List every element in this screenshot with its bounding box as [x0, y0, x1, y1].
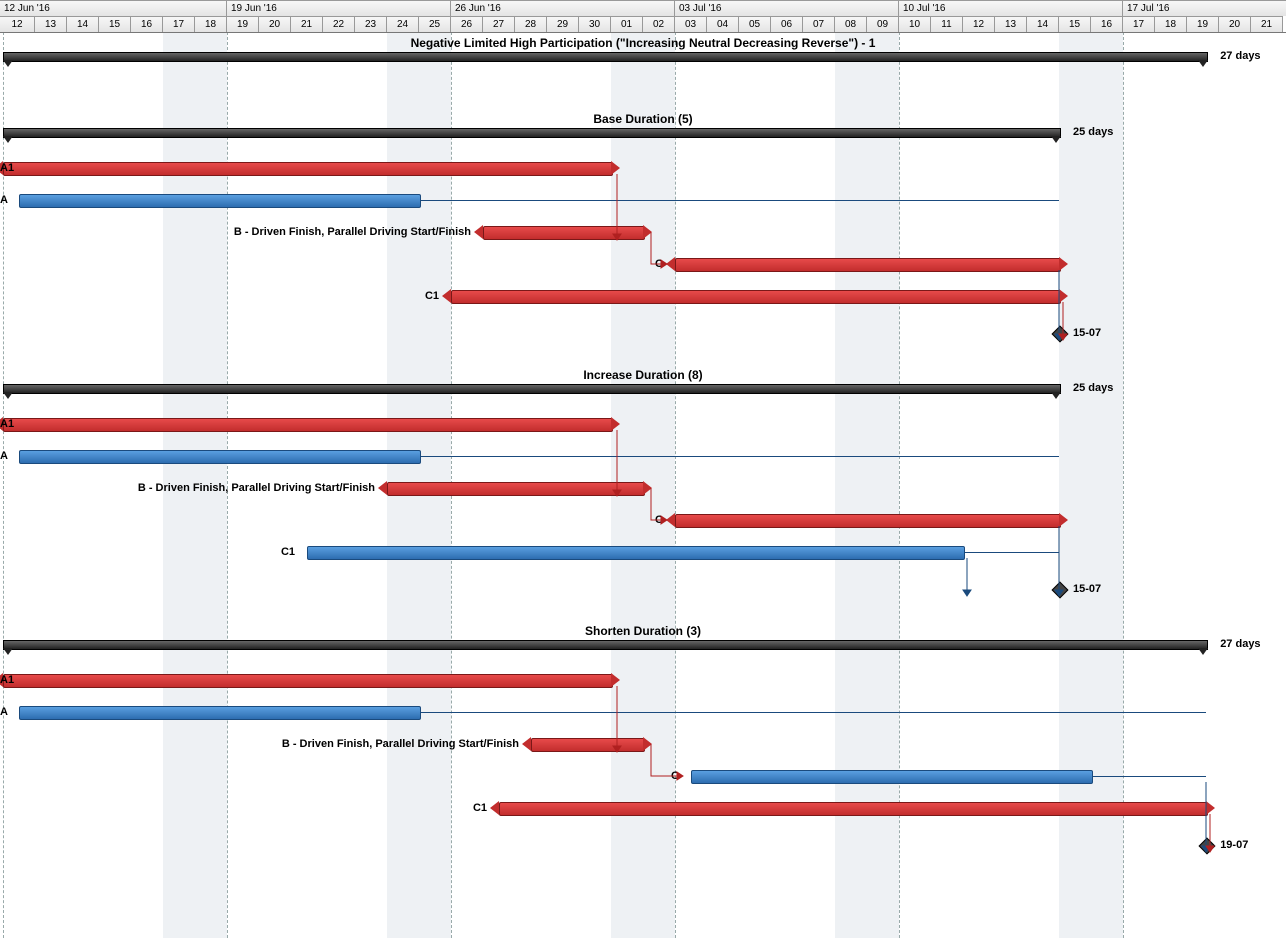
- task-bar-A[interactable]: [19, 706, 421, 720]
- day-header: 03: [675, 16, 707, 32]
- section-title: Negative Limited High Participation ("In…: [0, 36, 1286, 50]
- task-label-A: A: [0, 194, 7, 206]
- milestone-label: 15-07: [1073, 583, 1101, 595]
- day-header: 01: [611, 16, 643, 32]
- task-label-C: C: [0, 770, 679, 782]
- day-header: 05: [739, 16, 771, 32]
- day-header: 04: [707, 16, 739, 32]
- day-header: 21: [291, 16, 323, 32]
- summary-duration-label: 27 days: [1220, 638, 1260, 650]
- task-bar-B[interactable]: [531, 738, 645, 752]
- task-label-C1: C1: [0, 290, 439, 302]
- task-label-A1: A1: [0, 162, 14, 174]
- day-header: 24: [387, 16, 419, 32]
- task-bar-C1[interactable]: [307, 546, 965, 560]
- summary-duration-label: 25 days: [1073, 382, 1113, 394]
- day-header: 13: [995, 16, 1027, 32]
- task-label-B: B - Driven Finish, Parallel Driving Star…: [0, 226, 471, 238]
- task-bar-A[interactable]: [19, 194, 421, 208]
- day-header: 22: [323, 16, 355, 32]
- milestone-label: 15-07: [1073, 327, 1101, 339]
- summary-bar[interactable]: [3, 640, 1208, 650]
- day-header: 07: [803, 16, 835, 32]
- task-label-A1: A1: [0, 674, 14, 686]
- day-header: 13: [35, 16, 67, 32]
- day-header: 28: [515, 16, 547, 32]
- task-label-C1: C1: [0, 546, 295, 558]
- day-header: 20: [1219, 16, 1251, 32]
- day-header: 15: [99, 16, 131, 32]
- day-header: 12: [0, 16, 35, 32]
- week-header: 26 Jun '16: [451, 0, 675, 16]
- summary-duration-label: 25 days: [1073, 126, 1113, 138]
- week-header: 03 Jul '16: [675, 0, 899, 16]
- summary-duration-label: 27 days: [1220, 50, 1260, 62]
- day-header: 21: [1251, 16, 1283, 32]
- day-header: 14: [1027, 16, 1059, 32]
- day-header: 25: [419, 16, 451, 32]
- task-label-B: B - Driven Finish, Parallel Driving Star…: [0, 738, 519, 750]
- day-header: 27: [483, 16, 515, 32]
- section-title: Increase Duration (8): [0, 368, 1286, 382]
- task-label-A1: A1: [0, 418, 14, 430]
- day-header: 02: [643, 16, 675, 32]
- day-header: 16: [1091, 16, 1123, 32]
- day-header: 06: [771, 16, 803, 32]
- week-header: 12 Jun '16: [0, 0, 227, 16]
- day-header: 19: [227, 16, 259, 32]
- summary-bar[interactable]: [3, 128, 1061, 138]
- task-bar-C[interactable]: [675, 258, 1061, 272]
- day-header: 16: [131, 16, 163, 32]
- day-header: 11: [931, 16, 963, 32]
- timeline-header: 12 Jun '1619 Jun '1626 Jun '1603 Jul '16…: [0, 0, 1286, 33]
- task-bar-A1[interactable]: [3, 162, 613, 176]
- section-title: Shorten Duration (3): [0, 624, 1286, 638]
- task-bar-A1[interactable]: [3, 418, 613, 432]
- day-header: 20: [259, 16, 291, 32]
- task-bar-A1[interactable]: [3, 674, 613, 688]
- day-header: 12: [963, 16, 995, 32]
- task-bar-C1[interactable]: [451, 290, 1061, 304]
- day-header: 19: [1187, 16, 1219, 32]
- day-header: 17: [1123, 16, 1155, 32]
- task-bar-C[interactable]: [675, 514, 1061, 528]
- section-title: Base Duration (5): [0, 112, 1286, 126]
- day-header: 09: [867, 16, 899, 32]
- task-bar-B[interactable]: [387, 482, 645, 496]
- day-header: 23: [355, 16, 387, 32]
- summary-bar[interactable]: [3, 384, 1061, 394]
- day-header: 17: [163, 16, 195, 32]
- summary-bar[interactable]: [3, 52, 1208, 62]
- milestone-label: 19-07: [1220, 839, 1248, 851]
- day-header: 29: [547, 16, 579, 32]
- task-bar-C[interactable]: [691, 770, 1093, 784]
- day-header: 14: [67, 16, 99, 32]
- day-header: 18: [195, 16, 227, 32]
- day-header: 26: [451, 16, 483, 32]
- week-header: 19 Jun '16: [227, 0, 451, 16]
- task-label-C: C: [0, 258, 663, 270]
- week-header: 10 Jul '16: [899, 0, 1123, 16]
- day-header: 08: [835, 16, 867, 32]
- task-label-B: B - Driven Finish, Parallel Driving Star…: [0, 482, 375, 494]
- day-header: 10: [899, 16, 931, 32]
- day-header: 18: [1155, 16, 1187, 32]
- week-header: 17 Jul '16: [1123, 0, 1286, 16]
- task-label-C1: C1: [0, 802, 487, 814]
- day-header: 30: [579, 16, 611, 32]
- day-header: 15: [1059, 16, 1091, 32]
- task-bar-C1[interactable]: [499, 802, 1208, 816]
- gantt-chart: 12 Jun '1619 Jun '1626 Jun '1603 Jul '16…: [0, 0, 1286, 938]
- task-label-A: A: [0, 706, 7, 718]
- task-bar-A[interactable]: [19, 450, 421, 464]
- task-label-A: A: [0, 450, 7, 462]
- task-label-C: C: [0, 514, 663, 526]
